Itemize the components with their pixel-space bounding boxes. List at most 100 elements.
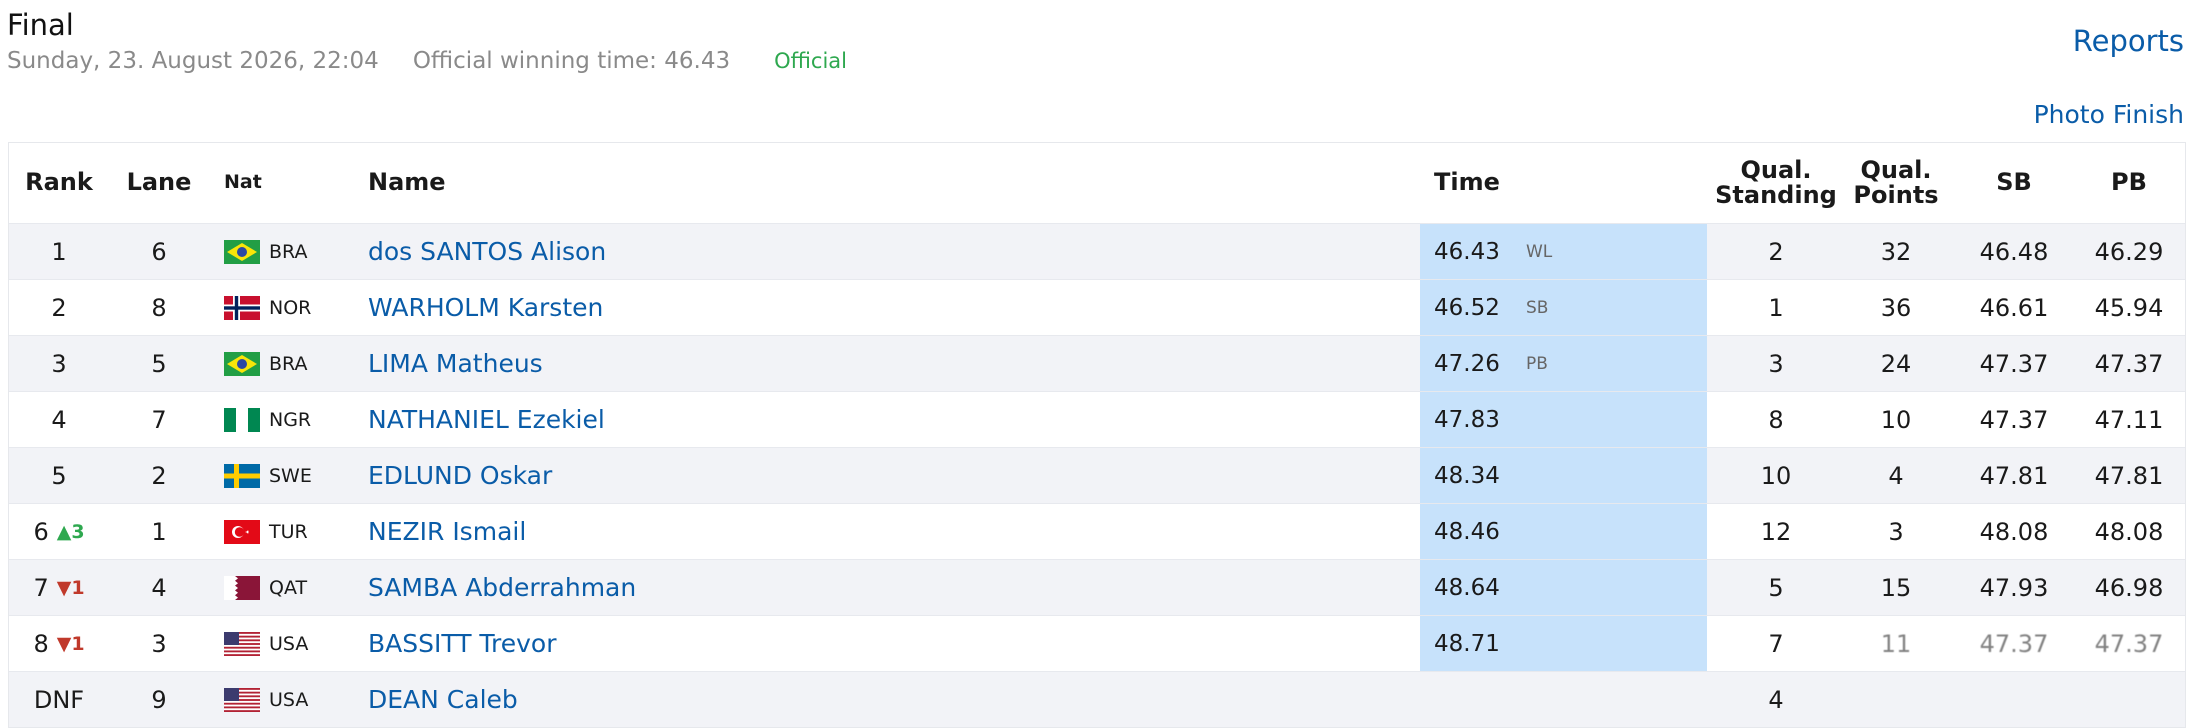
table-row: 8 ▼1 3 USA BASSITT Trevor 48.71 7 11 47.37 47.37 <box>9 615 2185 671</box>
qual-points-value: 36 <box>1880 293 1912 322</box>
athlete-name-link[interactable]: BASSITT Trevor <box>368 616 1368 671</box>
pb-value: 47.81 <box>2094 461 2164 490</box>
photo-finish-link[interactable]: Photo Finish <box>2034 100 2184 129</box>
qual-points-value: 10 <box>1880 405 1912 434</box>
rank-cell: 6 ▲3 <box>9 504 109 559</box>
qual-standing-value: 2 <box>1768 237 1784 266</box>
table-row: DNF 9 USA DEAN Caleb 4 <box>9 671 2185 727</box>
nationality-cell: BRA <box>224 224 354 279</box>
qual-points-value <box>1851 672 1941 727</box>
usa-flag-icon <box>224 631 260 656</box>
time-value: 46.52 <box>1434 294 1500 321</box>
time-value: 48.64 <box>1434 574 1500 601</box>
rank-value: 1 <box>51 237 67 266</box>
col-time: Time <box>1434 168 1500 197</box>
athlete-name-link[interactable]: SAMBA Abderrahman <box>368 560 1368 615</box>
nationality-code: SWE <box>269 464 312 487</box>
nationality-cell: NGR <box>224 392 354 447</box>
lane-value: 1 <box>151 517 167 546</box>
rank-value: 4 <box>51 405 67 434</box>
sb-value: 46.61 <box>1979 293 2049 322</box>
athlete-name-link[interactable]: NEZIR Ismail <box>368 504 1368 559</box>
rank-value: 5 <box>51 461 67 490</box>
col-pb: PB <box>2111 168 2147 197</box>
nationality-cell: USA <box>224 672 354 727</box>
athlete-name-link[interactable]: DEAN Caleb <box>368 672 1368 727</box>
nationality-code: QAT <box>269 576 308 599</box>
record-mark <box>1526 560 1586 615</box>
reports-link[interactable]: Reports <box>2073 24 2184 58</box>
record-mark: SB <box>1526 297 1549 318</box>
lane-value: 4 <box>151 573 167 602</box>
usa-flag-icon <box>224 687 260 712</box>
rank-change-indicator: ▼1 <box>56 576 85 599</box>
time-value: 48.71 <box>1434 630 1500 657</box>
record-mark <box>1526 448 1586 503</box>
col-lane: Lane <box>126 168 192 197</box>
qual-points-value: 24 <box>1880 349 1912 378</box>
nationality-code: BRA <box>269 240 308 263</box>
swe-flag-icon <box>224 463 260 488</box>
rank-cell: 7 ▼1 <box>9 560 109 615</box>
nor-flag-icon <box>224 295 260 320</box>
table-row: 3 5 BRA LIMA Matheus 47.26 PB 3 24 47.37 47.37 <box>9 335 2185 391</box>
time-value: 46.43 <box>1434 238 1500 265</box>
nationality-code: NOR <box>269 296 312 319</box>
time-value: 47.26 <box>1434 350 1500 377</box>
nationality-cell: TUR <box>224 504 354 559</box>
lane-value: 8 <box>151 293 167 322</box>
rank-change-indicator: ▼1 <box>56 632 85 655</box>
record-mark <box>1526 672 1586 727</box>
qual-points-value: 32 <box>1880 237 1912 266</box>
table-header: Rank Lane Nat Name Time Qual. Standing Q… <box>9 143 2185 223</box>
col-qual-points: Qual. Points <box>1853 155 1939 209</box>
athlete-name-link[interactable]: WARHOLM Karsten <box>368 280 1368 335</box>
qual-standing-value: 7 <box>1768 629 1784 658</box>
pb-value: 47.37 <box>2094 629 2164 658</box>
pb-value: 47.37 <box>2094 349 2164 378</box>
nationality-code: NGR <box>269 408 312 431</box>
time-value: 48.46 <box>1434 518 1500 545</box>
table-body: 1 6 BRA dos SANTOS Alison 46.43 WL 2 32 46.48 46.… <box>9 223 2185 727</box>
col-rank: Rank <box>25 168 93 197</box>
qual-standing-value: 3 <box>1768 349 1784 378</box>
pb-value: 48.08 <box>2094 517 2164 546</box>
rank-change-indicator: ▲3 <box>56 520 85 543</box>
status-badge: Official <box>774 49 848 73</box>
lane-value: 2 <box>151 461 167 490</box>
event-title: Final <box>7 8 74 42</box>
record-mark <box>1526 504 1586 559</box>
qual-points-value: 3 <box>1888 517 1904 546</box>
sb-value: 46.48 <box>1979 237 2049 266</box>
athlete-name-link[interactable]: LIMA Matheus <box>368 336 1368 391</box>
nationality-cell: USA <box>224 616 354 671</box>
qual-standing-value: 4 <box>1768 685 1784 714</box>
rank-cell: 1 <box>9 224 109 279</box>
rank-value: 3 <box>51 349 67 378</box>
rank-cell: 4 <box>9 392 109 447</box>
nationality-cell: QAT <box>224 560 354 615</box>
rank-value: DNF <box>33 685 85 714</box>
event-subtitle: Sunday, 23. August 2026, 22:04 Official w… <box>7 48 847 74</box>
bra-flag-icon <box>224 351 260 376</box>
pb-value <box>2084 672 2174 727</box>
sb-value: 48.08 <box>1979 517 2049 546</box>
athlete-name-link[interactable]: EDLUND Oskar <box>368 448 1368 503</box>
sb-value: 47.37 <box>1979 405 2049 434</box>
rank-cell: 5 <box>9 448 109 503</box>
time-value <box>1434 672 1524 727</box>
lane-value: 5 <box>151 349 167 378</box>
sb-value <box>1969 672 2059 727</box>
ngr-flag-icon <box>224 407 260 432</box>
pb-value: 45.94 <box>2094 293 2164 322</box>
athlete-name-link[interactable]: NATHANIEL Ezekiel <box>368 392 1368 447</box>
qual-points-value: 11 <box>1880 629 1912 658</box>
record-mark <box>1526 616 1586 671</box>
nationality-code: BRA <box>269 352 308 375</box>
nationality-cell: SWE <box>224 448 354 503</box>
rank-value: 7 <box>33 573 49 602</box>
rank-cell: 2 <box>9 280 109 335</box>
lane-value: 7 <box>151 405 167 434</box>
nationality-cell: BRA <box>224 336 354 391</box>
athlete-name-link[interactable]: dos SANTOS Alison <box>368 224 1368 279</box>
